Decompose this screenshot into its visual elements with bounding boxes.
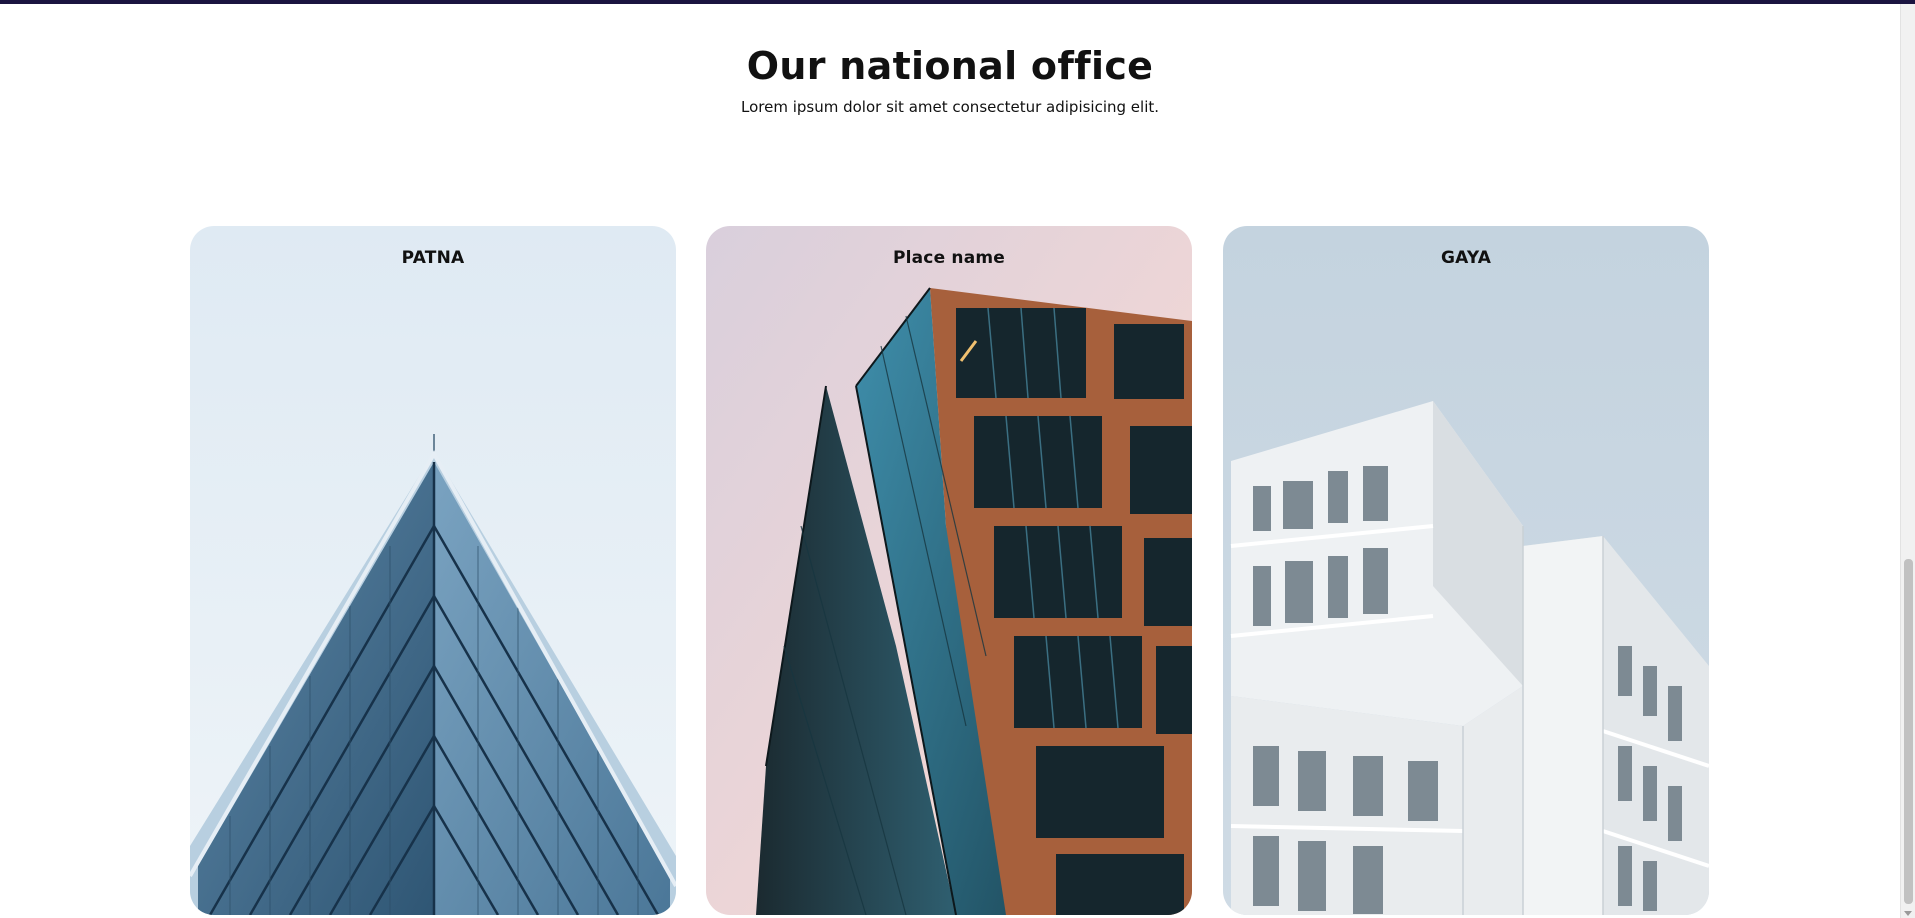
page: Our national office Lorem ipsum dolor si…: [0, 0, 1915, 918]
office-label-place-name: Place name: [892, 248, 1006, 268]
section-subtitle: Lorem ipsum dolor sit amet consectetur a…: [740, 98, 1160, 116]
section-header: Our national office Lorem ipsum dolor si…: [0, 44, 1900, 116]
section-title: Our national office: [746, 44, 1154, 88]
top-nav-edge: [0, 0, 1915, 4]
office-label-gaya: GAYA: [1440, 248, 1492, 268]
scroll-down-arrow-icon[interactable]: [1904, 911, 1912, 916]
office-label-patna: PATNA: [401, 248, 465, 268]
office-card-patna[interactable]: PATNA: [190, 226, 676, 915]
office-card-place-name[interactable]: Place name: [706, 226, 1192, 915]
glass-pyramid-building-photo: [190, 226, 676, 915]
vertical-scrollbar[interactable]: [1900, 4, 1915, 918]
office-card-gaya[interactable]: GAYA: [1223, 226, 1709, 915]
scrollbar-thumb[interactable]: [1904, 559, 1913, 904]
white-modular-building-photo: [1223, 226, 1709, 915]
copper-glass-tower-photo: [706, 226, 1192, 915]
